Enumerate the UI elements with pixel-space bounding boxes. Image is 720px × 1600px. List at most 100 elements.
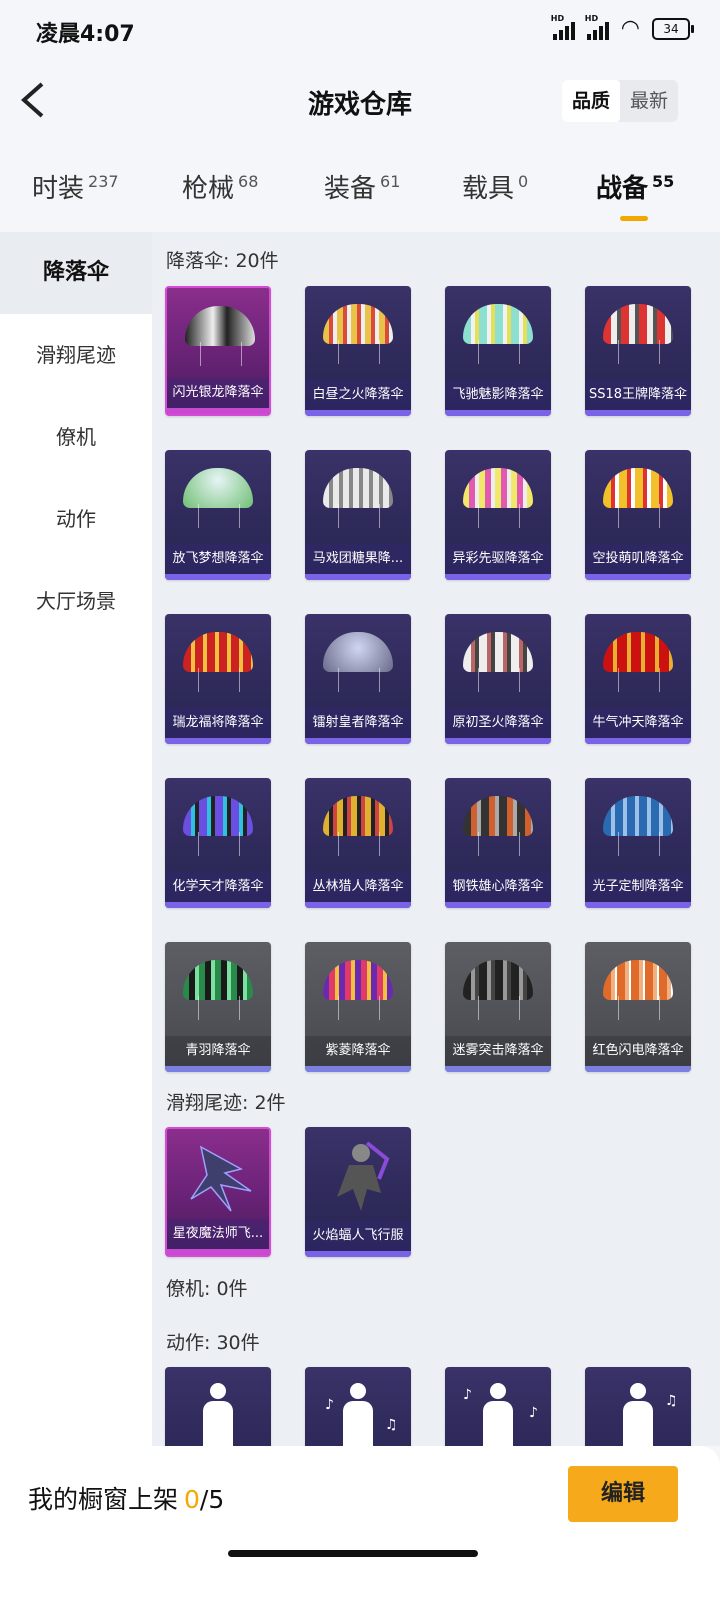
tab-combat-gear[interactable]: 战备 55 [596,168,674,221]
item-label: 镭射皇者降落伞 [305,708,411,738]
signal-icon-2: HD [585,14,609,40]
item-label: 空投萌叽降落伞 [585,544,691,574]
item-label: 飞驰魅影降落伞 [445,380,551,410]
music-note-icon: ♪ [529,1405,538,1421]
item-card[interactable]: 火焰蝠人飞行服 [305,1127,411,1257]
item-card[interactable]: 迷雾突击降落伞 [445,942,551,1072]
glide-trail-wings-icon [190,1145,252,1212]
parachute-icon [463,960,533,1022]
parachute-icon [463,304,533,366]
item-label: 光子定制降落伞 [585,872,691,902]
parachute-icon [323,632,393,694]
flight-suit-figure-icon [337,1141,390,1211]
item-card[interactable]: 光子定制降落伞 [585,778,691,908]
parachute-icon [603,304,673,366]
showcase-footer: 我的橱窗上架 0/5 编辑 [0,1446,720,1600]
category-tabs: 时装 237 枪械 68 装备 61 载具 0 战备 55 [0,150,720,221]
music-note-icon: ♫ [665,1393,678,1409]
status-bar: 凌晨4:07 HD HD ◠ 34 [0,0,720,62]
emote-figure-icon [335,1383,381,1446]
status-time: 凌晨4:07 [36,22,135,47]
wifi-icon: ◠ [620,16,640,41]
item-card[interactable]: 瑞龙福将降落伞 [165,614,271,744]
edit-button[interactable]: 编辑 [568,1466,678,1522]
item-card[interactable]: 异彩先驱降落伞 [445,450,551,580]
section-title-emote: 动作: 30件 [166,1332,260,1354]
music-note-icon: ♪ [463,1387,472,1403]
sidebar-item-emote[interactable]: 动作 [0,478,152,560]
header: 游戏仓库 品质 最新 [0,62,720,142]
item-label: 丛林猎人降落伞 [305,872,411,902]
item-label: 牛气冲天降落伞 [585,708,691,738]
home-indicator[interactable] [228,1550,478,1557]
section-title-wingman: 僚机: 0件 [166,1278,248,1300]
item-card[interactable]: 放飞梦想降落伞 [165,450,271,580]
parachute-icon [603,468,673,530]
item-card[interactable]: 星夜魔法师飞... [165,1127,271,1257]
parachute-icon [603,796,673,858]
item-card[interactable]: 青羽降落伞 [165,942,271,1072]
emote-figure-icon [615,1383,661,1446]
item-label: 马戏团糖果降... [305,544,411,574]
parachute-icon [463,468,533,530]
sidebar-item-wingman[interactable]: 僚机 [0,396,152,478]
item-label: 放飞梦想降落伞 [165,544,271,574]
item-label: 钢铁雄心降落伞 [445,872,551,902]
item-card[interactable]: 镭射皇者降落伞 [305,614,411,744]
item-card[interactable]: 牛气冲天降落伞 [585,614,691,744]
item-card[interactable]: 紫菱降落伞 [305,942,411,1072]
sidebar-item-lobby-scene[interactable]: 大厅场景 [0,560,152,642]
item-card[interactable]: 钢铁雄心降落伞 [445,778,551,908]
parachute-icon [463,632,533,694]
item-card[interactable]: SS18王牌降落伞 [585,286,691,416]
parachute-icon [603,632,673,694]
tab-equipment[interactable]: 装备 61 [324,168,400,205]
item-card[interactable]: 飞驰魅影降落伞 [445,286,551,416]
item-card[interactable]: 白昼之火降落伞 [305,286,411,416]
item-label: 红色闪电降落伞 [585,1036,691,1066]
item-card[interactable]: 原初圣火降落伞 [445,614,551,744]
item-grid: 降落伞: 20件 闪光银龙降落伞 白昼之火降落伞 飞驰魅影降落伞 SS18王牌降落伞放… [152,232,720,1446]
sort-quality-button[interactable]: 品质 [561,80,620,122]
item-label: SS18王牌降落伞 [585,380,691,410]
section-title-glide-trail: 滑翔尾迹: 2件 [166,1092,286,1114]
tab-guns[interactable]: 枪械 68 [182,168,258,205]
status-icons: HD HD ◠ 34 [551,14,694,41]
emote-card[interactable]: ♪ ♪ [445,1367,551,1446]
parachute-icon [183,632,253,694]
emote-figure-icon [475,1383,521,1446]
parachute-icon [183,796,253,858]
emote-card[interactable]: ♪ ♫ [305,1367,411,1446]
parachute-icon [463,796,533,858]
item-label: 瑞龙福将降落伞 [165,708,271,738]
parachute-icon [185,306,255,368]
emote-card[interactable]: ♫ [585,1367,691,1446]
sidebar-item-glide-trail[interactable]: 滑翔尾迹 [0,314,152,396]
tab-vehicles[interactable]: 载具 0 [462,168,528,205]
sort-latest-button[interactable]: 最新 [620,80,678,122]
item-card[interactable]: 化学天才降落伞 [165,778,271,908]
item-label: 紫菱降落伞 [305,1036,411,1066]
emote-card[interactable] [165,1367,271,1446]
showcase-label: 我的橱窗上架 0/5 [28,1485,225,1514]
music-note-icon: ♫ [385,1417,398,1433]
item-card[interactable]: 马戏团糖果降... [305,450,411,580]
item-label: 化学天才降落伞 [165,872,271,902]
item-label: 异彩先驱降落伞 [445,544,551,574]
parachute-icon [183,468,253,530]
item-card[interactable]: 丛林猎人降落伞 [305,778,411,908]
item-label: 迷雾突击降落伞 [445,1036,551,1066]
item-label: 白昼之火降落伞 [305,380,411,410]
parachute-icon [323,304,393,366]
tab-fashion[interactable]: 时装 237 [32,168,119,205]
sidebar-item-parachute[interactable]: 降落伞 [0,232,152,314]
sidebar: 降落伞 滑翔尾迹 僚机 动作 大厅场景 [0,232,152,1532]
item-label: 火焰蝠人飞行服 [305,1221,411,1251]
item-card[interactable]: 红色闪电降落伞 [585,942,691,1072]
item-label: 闪光银龙降落伞 [167,378,269,408]
battery-icon: 34 [652,18,694,40]
parachute-icon [323,796,393,858]
parachute-icon [183,960,253,1022]
item-card[interactable]: 空投萌叽降落伞 [585,450,691,580]
item-card[interactable]: 闪光银龙降落伞 [165,286,271,416]
